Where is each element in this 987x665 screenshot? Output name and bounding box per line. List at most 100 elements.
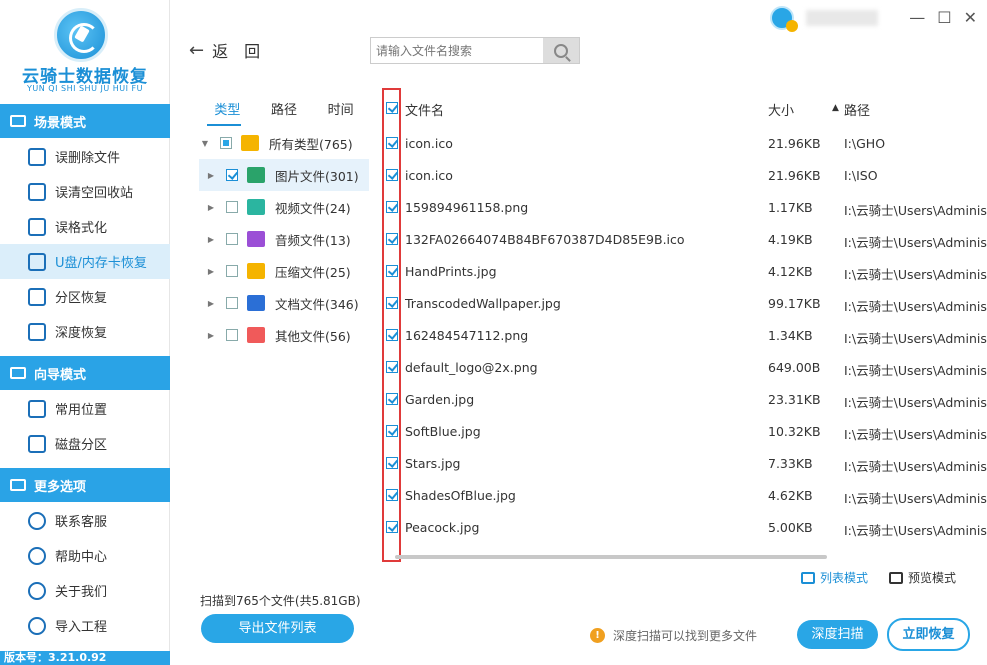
sidebar-item-2-2[interactable]: 关于我们 (0, 573, 170, 608)
table-row[interactable]: icon.ico 21.96KB I:\ISO (378, 159, 987, 191)
sidebar-item-0-4[interactable]: 分区恢复 (0, 279, 170, 314)
recover-now-button[interactable]: 立即恢复 (887, 618, 970, 651)
tree-item[interactable]: ▶ 其他文件(56) (199, 319, 369, 351)
back-button[interactable]: ← 返 回 (189, 38, 260, 62)
table-row[interactable]: 132FA02664074B84BF670387D4D85E9B.ico 4.19… (378, 223, 987, 255)
table-row[interactable]: TranscodedWallpaper.jpg 99.17KB I:\云骑士\Use… (378, 287, 987, 319)
caret-right-icon[interactable]: ▶ (205, 267, 217, 276)
table-row[interactable]: icon.ico 21.96KB I:\GHO (378, 127, 987, 159)
col-size-header[interactable]: 大小 (768, 100, 794, 119)
tree-item[interactable]: ▶ 压缩文件(25) (199, 255, 369, 287)
tree-item[interactable]: ▶ 文档文件(346) (199, 287, 369, 319)
col-path-header[interactable]: 路径 (844, 100, 870, 119)
deleted-file-icon (28, 147, 46, 166)
file-size: 4.12KB (768, 264, 813, 279)
import-icon (28, 616, 46, 635)
table-row[interactable]: default_logo@2x.png 649.00B I:\云骑士\Users\A… (378, 351, 987, 383)
info-icon (28, 581, 46, 600)
list-mode-button[interactable]: 列表模式 (801, 569, 868, 586)
deep-scan-button[interactable]: 深度扫描 (797, 620, 878, 649)
sidebar-item-label: 导入工程 (55, 620, 108, 635)
search-button[interactable] (543, 38, 579, 63)
sidebar-item-0-0[interactable]: 误删除文件 (0, 139, 170, 174)
preview-mode-button[interactable]: 预览模式 (889, 569, 956, 586)
tab-time[interactable]: 时间 (312, 99, 369, 118)
deep-scan-hint: ! 深度扫描可以找到更多文件 (590, 627, 757, 644)
tab-type[interactable]: 类型 (199, 99, 256, 118)
tree-item-checkbox[interactable] (226, 201, 238, 213)
maximize-icon[interactable]: ☐ (937, 8, 951, 27)
recycle-bin-icon (28, 182, 46, 201)
tree-item[interactable]: ▶ 音频文件(13) (199, 223, 369, 255)
sidebar-item-2-1[interactable]: 帮助中心 (0, 538, 170, 573)
file-name: icon.ico (405, 136, 453, 151)
tree-item-checkbox[interactable] (226, 265, 238, 277)
sidebar-item-label: 联系客服 (55, 515, 108, 530)
file-name: Garden.jpg (405, 392, 475, 407)
file-path: I:\云骑士\Users\Administ (844, 363, 987, 378)
sort-asc-icon: ▲ (832, 103, 839, 113)
table-row[interactable]: SoftBlue.jpg 10.32KB I:\云骑士\Users\Administ (378, 415, 987, 447)
minimize-icon[interactable]: — (909, 8, 925, 27)
sidebar-item-label: 误清空回收站 (55, 186, 134, 201)
file-name: 132FA02664074B84BF670387D4D85E9B.ico (405, 232, 685, 247)
sidebar-item-label: 常用位置 (55, 403, 108, 418)
table-header: 文件名 大小 ▲ 路径 (378, 93, 987, 123)
sidebar-item-2-3[interactable]: 导入工程 (0, 608, 170, 643)
avatar[interactable] (770, 6, 798, 32)
sidebar-item-0-1[interactable]: 误清空回收站 (0, 174, 170, 209)
file-name: default_logo@2x.png (405, 360, 538, 375)
tree-item-checkbox[interactable] (226, 297, 238, 309)
sidebar-item-0-5[interactable]: 深度恢复 (0, 314, 170, 349)
table-row[interactable]: 159894961158.png 1.17KB I:\云骑士\Users\Admin… (378, 191, 987, 223)
file-size: 5.00KB (768, 520, 813, 535)
tab-path[interactable]: 路径 (256, 99, 313, 118)
tree-root-checkbox[interactable] (220, 137, 232, 149)
file-size: 1.34KB (768, 328, 813, 343)
table-row[interactable]: Garden.jpg 23.31KB I:\云骑士\Users\Administ (378, 383, 987, 415)
hint-text: 深度扫描可以找到更多文件 (613, 629, 758, 643)
sidebar: 云骑士数据恢复 YUN QI SHI SHU JU HUI FU 场景模式 误删除… (0, 0, 170, 665)
sidebar-item-1-1[interactable]: 磁盘分区 (0, 426, 170, 461)
table-row[interactable]: ShadesOfBlue.jpg 4.62KB I:\云骑士\Users\Admin… (378, 479, 987, 511)
search-box (370, 37, 580, 64)
sidebar-item-0-3[interactable]: U盘/内存卡恢复 (0, 244, 170, 279)
monitor-icon (10, 115, 26, 127)
sidebar-item-0-2[interactable]: 误格式化 (0, 209, 170, 244)
user-name-blurred[interactable] (806, 10, 878, 26)
search-input[interactable] (371, 38, 543, 63)
sidebar-item-label: 磁盘分区 (55, 438, 108, 453)
col-name-header[interactable]: 文件名 (405, 100, 444, 119)
caret-right-icon[interactable]: ▶ (205, 203, 217, 212)
file-name: HandPrints.jpg (405, 264, 497, 279)
table-row[interactable]: Peacock.jpg 5.00KB I:\云骑士\Users\Administ (378, 511, 987, 543)
caret-right-icon[interactable]: ▶ (205, 235, 217, 244)
close-icon[interactable]: ✕ (964, 8, 977, 27)
sidebar-item-1-0[interactable]: 常用位置 (0, 391, 170, 426)
table-row[interactable]: Stars.jpg 7.33KB I:\云骑士\Users\Administ (378, 447, 987, 479)
section-header-2: 更多选项 (0, 468, 170, 502)
sidebar-item-label: 误格式化 (55, 221, 108, 236)
tree-item-checkbox[interactable] (226, 169, 238, 181)
file-path: I:\云骑士\Users\Administ (844, 395, 987, 410)
horizontal-scrollbar[interactable] (395, 555, 827, 559)
file-path: I:\云骑士\Users\Administ (844, 427, 987, 442)
caret-right-icon[interactable]: ▶ (205, 331, 217, 340)
tree-item-checkbox[interactable] (226, 329, 238, 341)
table-row[interactable]: 162484547112.png 1.34KB I:\云骑士\Users\Admin… (378, 319, 987, 351)
sidebar-item-label: 分区恢复 (55, 291, 108, 306)
caret-right-icon[interactable]: ▶ (205, 299, 217, 308)
sidebar-item-label: 帮助中心 (55, 550, 108, 565)
sidebar-item-2-0[interactable]: 联系客服 (0, 503, 170, 538)
tree-item-checkbox[interactable] (226, 233, 238, 245)
tree-item[interactable]: ▶ 视频文件(24) (199, 191, 369, 223)
table-row[interactable]: HandPrints.jpg 4.12KB I:\云骑士\Users\Adminis… (378, 255, 987, 287)
tree-root[interactable]: ▼ 所有类型(765) (199, 127, 369, 159)
tree-item[interactable]: ▶ 图片文件(301) (199, 159, 369, 191)
export-list-button[interactable]: 导出文件列表 (201, 614, 354, 643)
file-name: TranscodedWallpaper.jpg (405, 296, 561, 311)
caret-down-icon[interactable]: ▼ (199, 139, 211, 148)
file-path: I:\GHO (844, 136, 886, 151)
caret-right-icon[interactable]: ▶ (205, 171, 217, 180)
file-size: 4.19KB (768, 232, 813, 247)
